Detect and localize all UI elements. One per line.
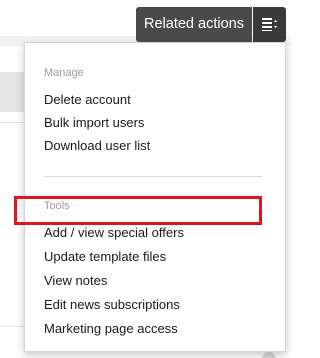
menu-item-update-template-files[interactable]: Update template files — [44, 248, 166, 266]
menu-item-bulk-import-users[interactable]: Bulk import users — [44, 114, 144, 132]
background-divider — [0, 122, 24, 123]
section-heading-manage: Manage — [44, 67, 84, 79]
background-row — [0, 72, 24, 112]
menu-list-icon — [262, 18, 277, 31]
page: Related actions Manage Delete account Bu… — [0, 0, 291, 358]
menu-item-delete-account[interactable]: Delete account — [44, 91, 131, 109]
highlight-box — [14, 196, 262, 225]
background-control — [262, 352, 276, 358]
menu-item-view-notes[interactable]: View notes — [44, 272, 107, 290]
menu-item-edit-news-subscriptions[interactable]: Edit news subscriptions — [44, 296, 180, 314]
menu-toggle-button[interactable] — [253, 7, 286, 42]
menu-item-special-offers[interactable]: Add / view special offers — [44, 224, 184, 242]
background-divider — [0, 326, 24, 327]
menu-item-download-user-list[interactable]: Download user list — [44, 137, 150, 155]
menu-divider — [44, 176, 262, 177]
menu-item-marketing-page-access[interactable]: Marketing page access — [44, 320, 178, 338]
related-actions-button[interactable]: Related actions — [136, 7, 252, 42]
